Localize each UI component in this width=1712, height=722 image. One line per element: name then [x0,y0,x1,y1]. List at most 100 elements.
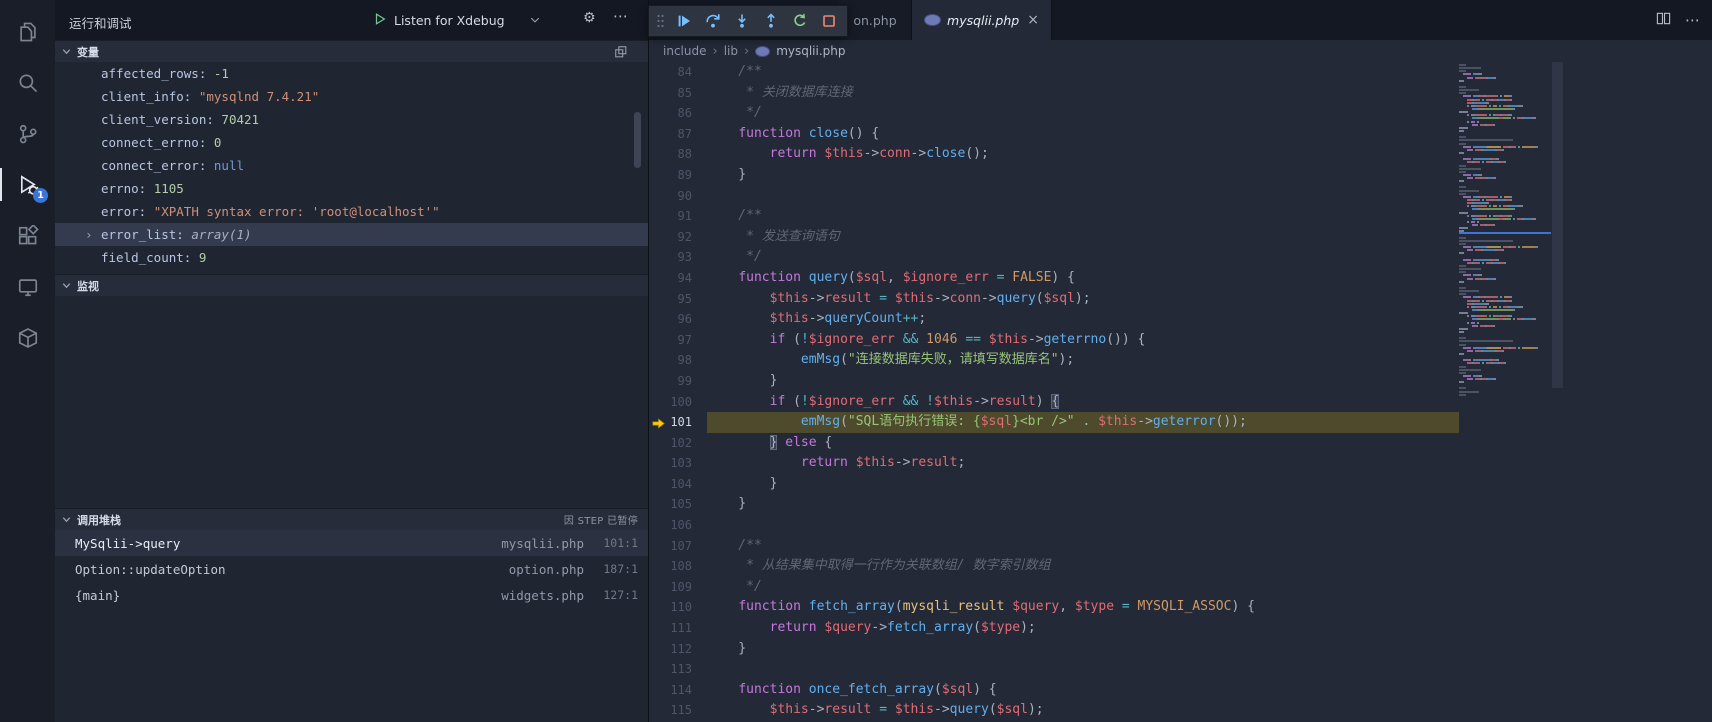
variable-row-client_info[interactable]: client_info: "mysqlnd 7.4.21" [55,85,648,108]
code-line-101[interactable]: 101 emMsg("SQL语句执行错误: {$sql}<br />" . $t… [649,412,1712,433]
breadcrumb-lib[interactable]: lib [724,44,738,58]
step-into-button[interactable] [729,9,755,33]
code-line-115[interactable]: 115 $this->result = $this->query($sql); [649,700,1712,721]
variable-row-error[interactable]: error: "XPATH syntax error: 'root@localh… [55,200,648,223]
code-line-110[interactable]: 110 function fetch_array(mysqli_result $… [649,597,1712,618]
restart-button[interactable] [787,9,813,33]
variable-row-connect_error[interactable]: connect_error: null [55,154,648,177]
line-number-86[interactable]: 86 [649,103,707,124]
variables-section-header[interactable]: 变量 [55,40,648,62]
code-line-111[interactable]: 111 return $query->fetch_array($type); [649,618,1712,639]
line-number-91[interactable]: 91 [649,206,707,227]
variable-row-affected_rows[interactable]: affected_rows: -1 [55,62,648,85]
line-number-114[interactable]: 114 [649,680,707,701]
callstack-section-header[interactable]: 调用堆栈 因 STEP 已暂停 [55,508,648,530]
step-over-button[interactable] [700,9,726,33]
line-number-85[interactable]: 85 [649,83,707,104]
line-number-110[interactable]: 110 [649,597,707,618]
line-number-93[interactable]: 93 [649,247,707,268]
minimap-line [1459,158,1551,160]
line-number-94[interactable]: 94 [649,268,707,289]
line-number-113[interactable]: 113 [649,659,707,680]
activity-remote-explorer-icon[interactable] [0,261,55,312]
breadcrumb-file[interactable]: mysqlii.php [776,44,845,58]
line-number-100[interactable]: 100 [649,392,707,413]
close-icon[interactable]: × [1027,12,1039,28]
expand-chevron-icon[interactable]: › [85,223,101,246]
step-out-button[interactable] [758,9,784,33]
line-number-89[interactable]: 89 [649,165,707,186]
token-kw: function [738,599,801,614]
line-number-101[interactable]: 101 [649,412,707,433]
code-line-103[interactable]: 103 return $this->result; [649,453,1712,474]
code-line-113[interactable]: 113 [649,659,1712,680]
variable-row-client_version[interactable]: client_version: 70421 [55,108,648,131]
line-number-109[interactable]: 109 [649,577,707,598]
variable-row-field_count[interactable]: field_count: 9 [55,246,648,269]
split-editor-icon[interactable] [1656,11,1671,30]
tab-option-php[interactable]: on.php [839,0,912,40]
debug-config-dropdown[interactable]: Listen for Xdebug [373,9,541,31]
frame-name: MySqlii->query [75,536,180,551]
line-number-84[interactable]: 84 [649,62,707,83]
line-number-98[interactable]: 98 [649,350,707,371]
line-number-107[interactable]: 107 [649,536,707,557]
breadcrumb-include[interactable]: include [663,44,706,58]
code-line-109[interactable]: 109 */ [649,577,1712,598]
collapse-all-icon[interactable] [614,45,628,62]
activity-run-and-debug-icon[interactable]: 1 [0,159,55,210]
variable-row-error_list[interactable]: ›error_list: array(1) [55,223,648,246]
variable-row-errno[interactable]: errno: 1105 [55,177,648,200]
activity-extensions-icon[interactable] [0,210,55,261]
frame-file: widgets.php [501,588,584,603]
activity-containers-icon[interactable] [0,312,55,363]
code-line-114[interactable]: 114 function once_fetch_array($sql) { [649,680,1712,701]
line-number-96[interactable]: 96 [649,309,707,330]
variables-scrollbar[interactable] [634,112,641,168]
variable-row-connect_errno[interactable]: connect_errno: 0 [55,131,648,154]
callstack-frame[interactable]: MySqlii->querymysqlii.php101:1 [55,530,648,556]
callstack-frame[interactable]: {main}widgets.php127:1 [55,582,648,608]
activity-source-control-icon[interactable] [0,108,55,159]
minimap[interactable] [1459,64,1551,397]
line-number-115[interactable]: 115 [649,700,707,721]
line-number-104[interactable]: 104 [649,474,707,495]
more-actions-icon[interactable]: ⋯ [613,7,628,25]
activity-explorer-icon[interactable] [0,6,55,57]
code-line-104[interactable]: 104 } [649,474,1712,495]
line-number-105[interactable]: 105 [649,494,707,515]
line-number-87[interactable]: 87 [649,124,707,145]
line-number-106[interactable]: 106 [649,515,707,536]
drag-handle-icon[interactable] [654,13,666,29]
continue-button[interactable] [671,9,697,33]
line-number-108[interactable]: 108 [649,556,707,577]
start-debugging-icon[interactable] [373,11,387,30]
twisty-spacer [85,108,101,131]
line-number-99[interactable]: 99 [649,371,707,392]
code-line-108[interactable]: 108 * 从结果集中取得一行作为关联数组/ 数字索引数组 [649,556,1712,577]
line-number-97[interactable]: 97 [649,330,707,351]
line-number-111[interactable]: 111 [649,618,707,639]
line-number-90[interactable]: 90 [649,186,707,207]
code-line-100[interactable]: 100 if (!$ignore_err && !$this->result) … [649,392,1712,413]
code-line-102[interactable]: 102 } else { [649,433,1712,454]
stop-button[interactable] [816,9,842,33]
code-line-105[interactable]: 105 } [649,494,1712,515]
editor-scrollbar[interactable] [1552,62,1563,388]
line-number-112[interactable]: 112 [649,639,707,660]
gear-icon[interactable]: ⚙ [583,10,596,26]
watch-section-header[interactable]: 监视 [55,274,648,296]
code-line-106[interactable]: 106 [649,515,1712,536]
line-number-95[interactable]: 95 [649,289,707,310]
line-number-88[interactable]: 88 [649,144,707,165]
tab-mysqlii-php[interactable]: mysqlii.php × [912,0,1052,40]
line-number-92[interactable]: 92 [649,227,707,248]
code-line-112[interactable]: 112 } [649,639,1712,660]
code-line-107[interactable]: 107 /** [649,536,1712,557]
callstack-frame[interactable]: Option::updateOptionoption.php187:1 [55,556,648,582]
activity-search-icon[interactable] [0,57,55,108]
code-editor[interactable]: 84 /**85 * 关闭数据库连接86 */87 function close… [649,62,1712,722]
more-actions-icon[interactable]: ⋯ [1685,11,1700,29]
line-number-103[interactable]: 103 [649,453,707,474]
line-number-102[interactable]: 102 [649,433,707,454]
